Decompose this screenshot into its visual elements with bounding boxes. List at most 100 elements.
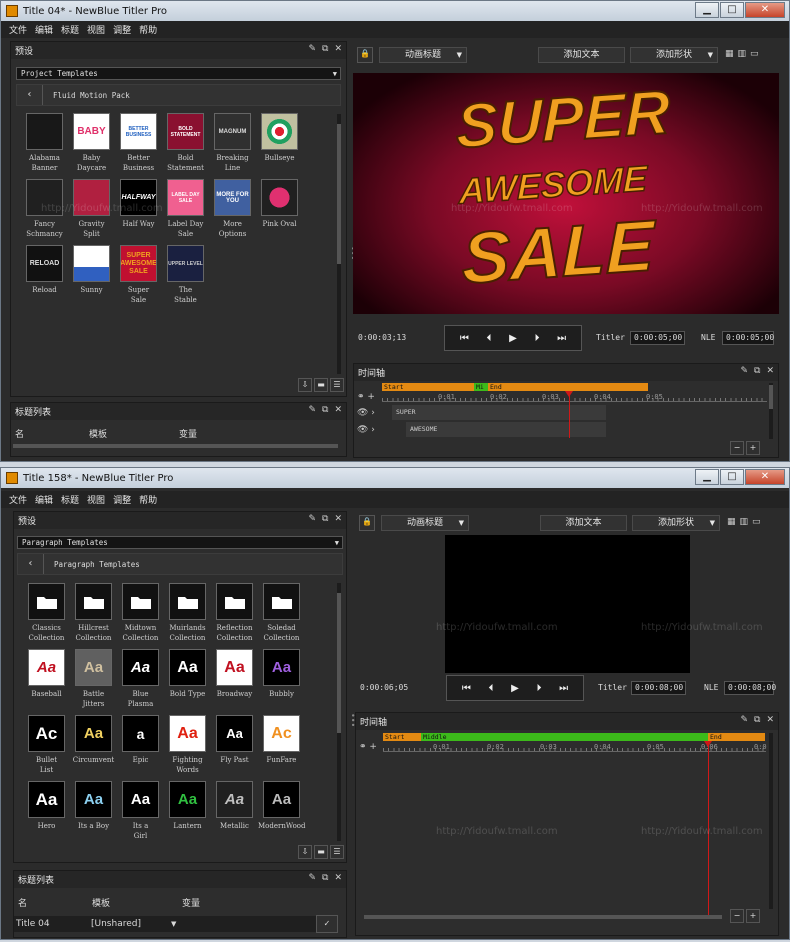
float-icon[interactable]: ⧉: [322, 405, 328, 415]
title-bar[interactable]: Title 158* - NewBlue Titler Pro ▁ □ ✕: [1, 468, 789, 488]
minimize-button[interactable]: ▁: [695, 2, 719, 18]
back-button[interactable]: ‹: [18, 554, 44, 574]
add-shape-dropdown[interactable]: 添加形状 ▼: [630, 47, 718, 63]
timeline-ruler[interactable]: 0:01 0:02 0:03 0:04 0:05: [382, 392, 767, 402]
pin-icon[interactable]: ✎: [308, 873, 316, 883]
check-icon[interactable]: ✓: [316, 915, 338, 933]
template-tile[interactable]: Classics Collection: [23, 583, 70, 649]
skip-end-icon[interactable]: ⏭: [559, 683, 568, 694]
preview-canvas[interactable]: [445, 535, 690, 673]
template-tile[interactable]: Muirlands Collection: [164, 583, 211, 649]
end-segment[interactable]: End: [488, 383, 648, 391]
template-tile[interactable]: RELOAD Reload: [21, 245, 68, 311]
folder-icon[interactable]: ▬: [314, 378, 328, 392]
step-back-icon[interactable]: ⏴: [488, 683, 493, 694]
titler-duration[interactable]: 0:00:05;00: [630, 331, 685, 345]
step-forward-icon[interactable]: ⏵: [535, 333, 540, 344]
close-button[interactable]: ✕: [745, 469, 785, 485]
template-category-dropdown[interactable]: Paragraph Templates ▼: [17, 536, 343, 549]
menu-file[interactable]: 文件: [9, 23, 27, 36]
vertical-scrollbar[interactable]: [337, 114, 341, 374]
template-tile[interactable]: Aa Broadway: [211, 649, 258, 715]
template-tile[interactable]: Soledad Collection: [258, 583, 305, 649]
add-text-button[interactable]: 添加文本: [538, 47, 625, 63]
menu-view[interactable]: 视图: [87, 493, 105, 506]
vertical-scrollbar[interactable]: [337, 583, 341, 841]
close-icon[interactable]: ✕: [334, 405, 342, 415]
close-icon[interactable]: ✕: [334, 514, 342, 524]
close-icon[interactable]: ✕: [766, 715, 774, 725]
grid-icon[interactable]: ▦: [725, 49, 734, 59]
float-icon[interactable]: ⧉: [322, 44, 328, 54]
template-tile[interactable]: MAGNUM Breaking Line: [209, 113, 256, 179]
pin-icon[interactable]: ✎: [740, 715, 748, 725]
list-view-icon[interactable]: ☰: [330, 845, 344, 859]
eye-icon[interactable]: 👁 ›: [357, 408, 375, 418]
menu-edit[interactable]: 编辑: [35, 493, 53, 506]
step-forward-icon[interactable]: ⏵: [537, 683, 542, 694]
track-super[interactable]: SUPER: [392, 405, 606, 420]
template-tile[interactable]: MORE FOR YOU More Options: [209, 179, 256, 245]
middle-segment[interactable]: Middle: [421, 733, 708, 741]
end-segment[interactable]: End: [708, 733, 765, 741]
template-tile[interactable]: LABEL DAY SALE Label Day Sale: [162, 179, 209, 245]
import-icon[interactable]: ⇩: [298, 378, 312, 392]
ruler-icon[interactable]: ▥: [740, 517, 749, 527]
link-icon[interactable]: ⚭ +: [359, 742, 377, 752]
float-icon[interactable]: ⧉: [322, 514, 328, 524]
menu-title[interactable]: 标题: [61, 23, 79, 36]
animate-title-dropdown[interactable]: 动画标题 ▼: [379, 47, 467, 63]
template-tile[interactable]: Aa ModernWood: [258, 781, 306, 847]
close-icon[interactable]: ✕: [334, 44, 342, 54]
import-icon[interactable]: ⇩: [298, 845, 312, 859]
step-back-icon[interactable]: ⏴: [486, 333, 491, 344]
template-tile[interactable]: BETTER BUSINESS Better Business: [115, 113, 162, 179]
folder-icon[interactable]: ▬: [314, 845, 328, 859]
back-button[interactable]: ‹: [17, 85, 43, 105]
chevron-down-icon[interactable]: ▼: [171, 920, 176, 928]
menu-title[interactable]: 标题: [61, 493, 79, 506]
pin-icon[interactable]: ✎: [308, 44, 316, 54]
nle-duration[interactable]: 0:00:08;00: [724, 681, 776, 695]
title-row[interactable]: Title 04 [Unshared] ▼: [14, 916, 332, 932]
play-icon[interactable]: ▶: [509, 333, 517, 344]
menu-file[interactable]: 文件: [9, 493, 27, 506]
title-row-template[interactable]: [Unshared]: [91, 919, 171, 929]
nle-duration[interactable]: 0:00:05;00: [722, 331, 774, 345]
template-tile[interactable]: Reflection Collection: [211, 583, 258, 649]
safe-area-icon[interactable]: ▭: [752, 517, 761, 527]
preview-canvas[interactable]: SUPER AWESOME SALE: [353, 73, 779, 314]
maximize-button[interactable]: □: [720, 469, 744, 485]
lock-icon[interactable]: 🔒: [359, 515, 375, 531]
close-icon[interactable]: ✕: [334, 873, 342, 883]
titler-duration[interactable]: 0:00:08;00: [631, 681, 686, 695]
float-icon[interactable]: ⧉: [754, 366, 760, 376]
ruler-icon[interactable]: ▥: [738, 49, 747, 59]
template-tile[interactable]: Aa Blue Plasma: [117, 649, 164, 715]
start-segment[interactable]: Start: [383, 733, 421, 741]
zoom-out-button[interactable]: −: [730, 909, 744, 923]
menu-view[interactable]: 视图: [87, 23, 105, 36]
pin-icon[interactable]: ✎: [308, 405, 316, 415]
eye-icon[interactable]: 👁 ›: [357, 425, 375, 435]
menu-help[interactable]: 帮助: [139, 493, 157, 506]
template-tile[interactable]: Pink Oval: [256, 179, 303, 245]
template-tile[interactable]: BABY Baby Daycare: [68, 113, 115, 179]
template-tile[interactable]: Ac FunFare: [258, 715, 305, 781]
float-icon[interactable]: ⧉: [322, 873, 328, 883]
template-tile[interactable]: Alabama Banner: [21, 113, 68, 179]
minimize-button[interactable]: ▁: [695, 469, 719, 485]
close-icon[interactable]: ✕: [766, 366, 774, 376]
float-icon[interactable]: ⧉: [754, 715, 760, 725]
pin-icon[interactable]: ✎: [308, 514, 316, 524]
skip-start-icon[interactable]: ⏮: [460, 333, 469, 344]
template-tile[interactable]: Midtown Collection: [117, 583, 164, 649]
horizontal-scrollbar[interactable]: [13, 444, 338, 448]
template-tile[interactable]: Aa Bubbly: [258, 649, 305, 715]
animate-title-dropdown[interactable]: 动画标题 ▼: [381, 515, 469, 531]
zoom-out-button[interactable]: −: [730, 441, 744, 455]
template-tile[interactable]: SUPER AWESOME SALE Super Sale: [115, 245, 162, 311]
template-tile[interactable]: a Epic: [117, 715, 164, 781]
close-button[interactable]: ✕: [745, 2, 785, 18]
template-tile[interactable]: Aa Hero: [23, 781, 70, 847]
